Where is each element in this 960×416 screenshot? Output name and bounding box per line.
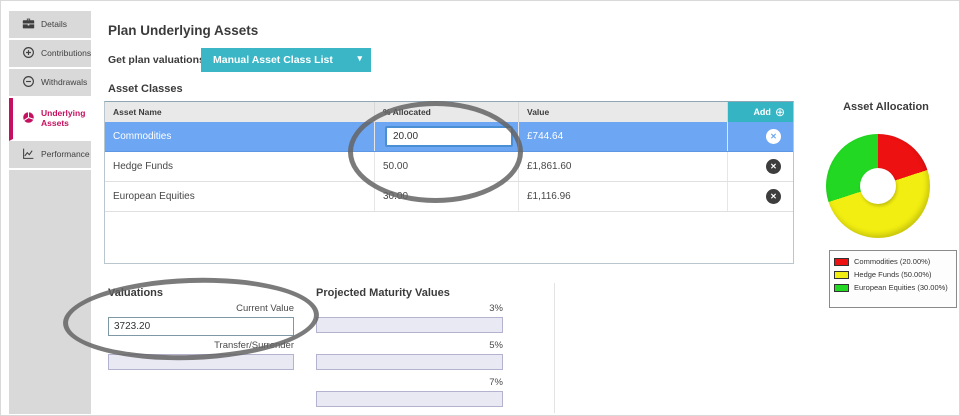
plan-underlying-assets-screen: Details Contributions Withdrawals Underl… <box>0 0 960 416</box>
allocation-input[interactable] <box>385 126 513 147</box>
plus-circle-icon: ⊕ <box>774 105 785 119</box>
sidebar: Details Contributions Withdrawals Underl… <box>9 11 91 414</box>
rate-7-label: 7% <box>489 377 503 388</box>
sidebar-item-details[interactable]: Details <box>9 11 91 40</box>
legend-label: Hedge Funds (50.00%) <box>854 270 932 279</box>
current-value-label: Current Value <box>236 303 294 314</box>
asset-allocation-donut <box>826 134 930 238</box>
column-header-percent-allocated: % Allocated <box>375 102 519 122</box>
row-actions-cell: ✕ <box>728 122 793 151</box>
legend-label: Commodities (20.00%) <box>854 257 931 266</box>
table-row-european-equities[interactable]: European Equities 30.00 £1,116.96 ✕ <box>105 182 793 212</box>
add-button-label: Add <box>753 107 771 117</box>
legend-item: European Equities (30.00%) <box>834 281 952 294</box>
sidebar-item-label: Details <box>41 18 67 29</box>
sidebar-item-label: Withdrawals <box>41 76 88 87</box>
pie-chart-icon <box>22 111 35 126</box>
column-header-asset-name: Asset Name <box>105 102 375 122</box>
table-header-row: Asset Name % Allocated Value Add ⊕ <box>105 102 793 122</box>
legend-swatch-commodities <box>834 257 849 266</box>
allocation-cell: 30.00 <box>375 182 519 211</box>
sidebar-item-underlying-assets[interactable]: Underlying Assets <box>9 98 91 141</box>
row-actions-cell: ✕ <box>728 182 793 211</box>
asset-classes-label: Asset Classes <box>108 83 183 95</box>
dropdown-selected-value: Manual Asset Class List <box>213 54 333 66</box>
asset-allocation-title: Asset Allocation <box>843 101 929 113</box>
sidebar-item-label: Performance <box>41 148 90 159</box>
minus-circle-icon <box>22 75 35 90</box>
page-title: Plan Underlying Assets <box>108 23 259 38</box>
rate-5-input <box>316 354 503 370</box>
rate-3-input <box>316 317 503 333</box>
asset-name-cell: European Equities <box>105 182 375 211</box>
table-row-hedge-funds[interactable]: Hedge Funds 50.00 £1,861.60 ✕ <box>105 152 793 182</box>
chart-legend: Commodities (20.00%) Hedge Funds (50.00%… <box>829 250 957 308</box>
rate-7-input <box>316 391 503 407</box>
value-cell: £1,116.96 <box>519 182 728 211</box>
allocation-cell <box>375 122 519 151</box>
value-cell: £1,861.60 <box>519 152 728 181</box>
chevron-down-icon: ▾ <box>357 53 362 63</box>
sidebar-item-withdrawals[interactable]: Withdrawals <box>9 69 91 98</box>
rate-5-label: 5% <box>489 340 503 351</box>
legend-item: Hedge Funds (50.00%) <box>834 268 952 281</box>
add-asset-button[interactable]: Add ⊕ <box>728 102 793 122</box>
line-chart-icon <box>22 147 35 162</box>
sidebar-item-performance[interactable]: Performance <box>9 141 91 170</box>
value-cell: £744.64 <box>519 122 728 151</box>
legend-swatch-hedge-funds <box>834 270 849 279</box>
sidebar-item-label: Underlying Assets <box>41 107 86 128</box>
rate-3-label: 3% <box>489 303 503 314</box>
asset-name-cell: Commodities <box>105 122 375 151</box>
current-value-input[interactable] <box>108 317 294 336</box>
get-plan-valuations-label: Get plan valuations: <box>108 54 209 66</box>
asset-classes-table: Asset Name % Allocated Value Add ⊕ Commo… <box>104 101 794 264</box>
asset-name-cell: Hedge Funds <box>105 152 375 181</box>
donut-hole <box>860 168 896 204</box>
allocation-cell: 50.00 <box>375 152 519 181</box>
plan-valuations-dropdown[interactable]: Manual Asset Class List ▾ <box>201 48 371 72</box>
transfer-surrender-input <box>108 354 294 370</box>
plus-circle-icon <box>22 46 35 61</box>
valuations-heading: Valuations <box>108 287 164 299</box>
delete-row-button[interactable]: ✕ <box>766 129 781 144</box>
column-header-value: Value <box>519 102 728 122</box>
legend-label: European Equities (30.00%) <box>854 283 948 292</box>
delete-row-button[interactable]: ✕ <box>766 189 781 204</box>
legend-item: Commodities (20.00%) <box>834 255 952 268</box>
sidebar-item-label: Contributions <box>41 47 92 58</box>
projected-maturity-heading: Projected Maturity Values <box>316 287 450 299</box>
briefcase-icon <box>22 17 35 32</box>
table-row-commodities[interactable]: Commodities £744.64 ✕ <box>105 122 793 152</box>
row-actions-cell: ✕ <box>728 152 793 181</box>
sidebar-item-contributions[interactable]: Contributions <box>9 40 91 69</box>
delete-row-button[interactable]: ✕ <box>766 159 781 174</box>
legend-swatch-european-equities <box>834 283 849 292</box>
transfer-surrender-label: Transfer/Surrender <box>214 340 294 351</box>
section-divider <box>554 283 555 413</box>
